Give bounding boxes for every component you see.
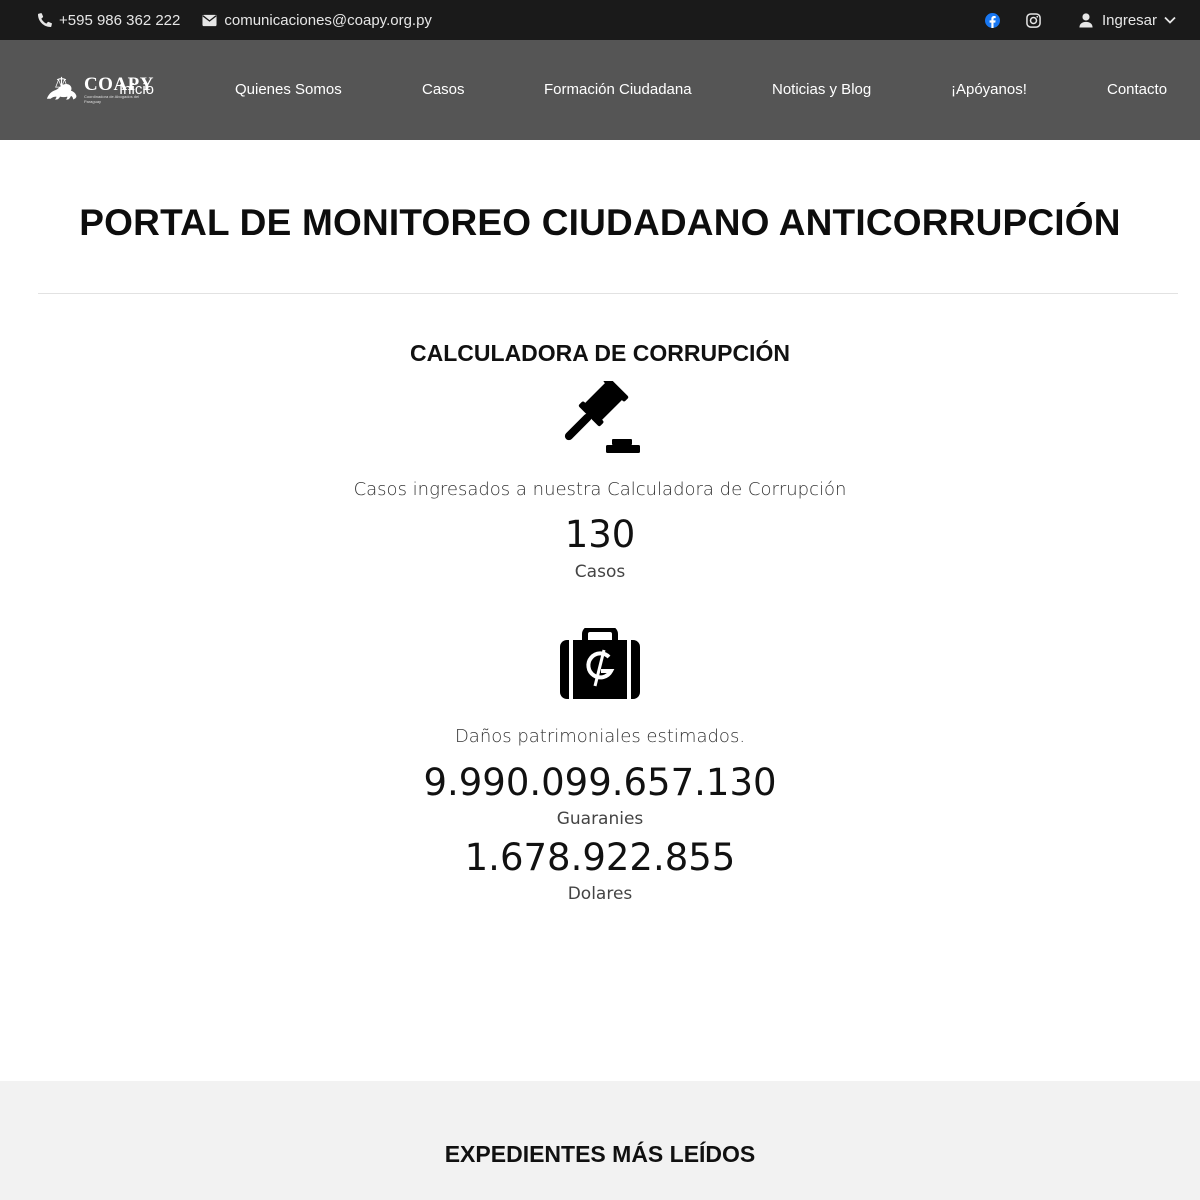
topbar-right: Ingresar — [959, 12, 1176, 29]
cases-unit: Casos — [574, 562, 626, 582]
most-read-title: EXPEDIENTES MÁS LEÍDOS — [444, 1141, 756, 1167]
nav-item-casos[interactable]: Casos — [422, 40, 465, 140]
email-contact[interactable]: comunicaciones@coapy.org.py — [202, 12, 432, 29]
email-address: comunicaciones@coapy.org.py — [224, 11, 432, 29]
facebook-link[interactable] — [984, 12, 1000, 28]
chevron-down-icon — [1164, 16, 1176, 24]
most-read-section: EXPEDIENTES MÁS LEÍDOS — [0, 1081, 1200, 1200]
top-bar: +595 986 362 222 comunicaciones@coapy.or… — [0, 0, 1200, 40]
login-menu[interactable]: Ingresar — [1079, 12, 1176, 29]
nav-item-noticias-blog[interactable]: Noticias y Blog — [772, 40, 871, 140]
cases-label: Casos ingresados a nuestra Calculadora d… — [353, 479, 847, 500]
phone-icon — [38, 13, 52, 27]
damages-dollars-unit: Dolares — [567, 884, 633, 904]
envelope-icon — [202, 14, 217, 26]
nav-item-formacion-ciudadana[interactable]: Formación Ciudadana — [544, 40, 692, 140]
nav-item-apoyanos[interactable]: ¡Apóyanos! — [951, 40, 1027, 140]
page-title: PORTAL DE MONITOREO CIUDADANO ANTICORRUP… — [79, 202, 1121, 243]
section-divider — [38, 293, 1178, 294]
gavel-icon — [564, 381, 640, 453]
lion-logo-icon — [46, 76, 77, 100]
nav-item-contacto[interactable]: Contacto — [1107, 40, 1167, 140]
phone-contact[interactable]: +595 986 362 222 — [38, 12, 180, 29]
login-label: Ingresar — [1101, 11, 1157, 29]
damages-guaranies-unit: Guaranies — [556, 809, 644, 829]
gavel-icon-wrap — [0, 381, 1200, 455]
calculator-title: CALCULADORA DE CORRUPCIÓN — [410, 340, 790, 366]
contact-info: +595 986 362 222 comunicaciones@coapy.or… — [38, 12, 454, 29]
user-icon — [1079, 12, 1093, 28]
damages-dollars-value: 1.678.922.855 — [464, 836, 736, 879]
damages-guaranies-value: 9.990.099.657.130 — [423, 761, 777, 804]
nav-item-quienes-somos[interactable]: Quienes Somos — [235, 40, 342, 140]
main-navigation: COAPY Coordinadora de Abogados del Parag… — [0, 40, 1200, 140]
damages-label: Daños patrimoniales estimados. — [454, 726, 746, 747]
cases-count: 130 — [564, 513, 636, 556]
phone-number: +595 986 362 222 — [59, 11, 181, 29]
briefcase-icon-wrap — [0, 628, 1200, 700]
instagram-icon — [1026, 12, 1041, 28]
facebook-icon — [984, 12, 1000, 28]
briefcase-guarani-icon — [560, 628, 640, 699]
instagram-link[interactable] — [1026, 12, 1041, 28]
nav-item-inicio[interactable]: Inicio — [119, 40, 154, 140]
